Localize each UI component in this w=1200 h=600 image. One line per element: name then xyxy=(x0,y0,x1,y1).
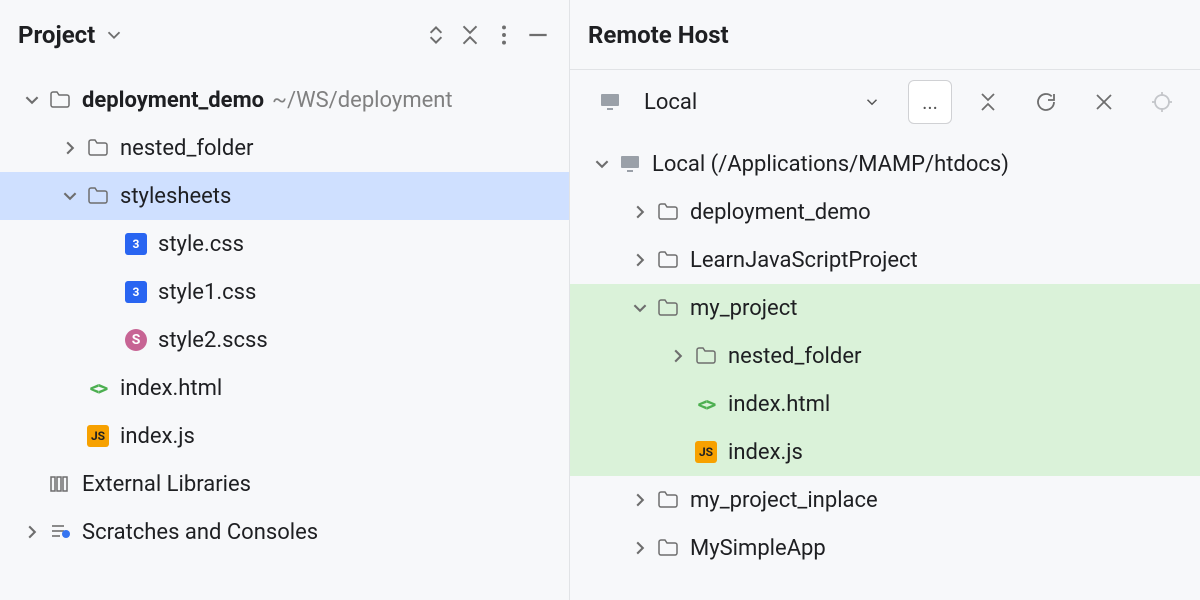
server-icon xyxy=(616,150,644,178)
chevron-right-icon[interactable] xyxy=(626,198,654,226)
remote-host-tool-window: Remote Host Local ... xyxy=(570,0,1200,600)
chevron-right-icon[interactable] xyxy=(664,342,692,370)
folder-icon xyxy=(84,182,112,210)
refresh-icon[interactable] xyxy=(1024,80,1068,124)
chevron-right-icon[interactable] xyxy=(18,518,46,546)
tree-node-label: deployment_demo xyxy=(82,88,264,113)
hide-panel-icon[interactable] xyxy=(525,22,551,48)
html-file-icon: <> xyxy=(692,390,720,418)
tree-node-remote-root[interactable]: Local (/Applications/MAMP/htdocs) xyxy=(570,140,1200,188)
tree-node-label: stylesheets xyxy=(120,184,231,209)
collapse-all-icon[interactable] xyxy=(966,80,1010,124)
project-panel-header: Project xyxy=(0,0,569,70)
chevron-right-icon[interactable] xyxy=(56,134,84,162)
tree-node-label: index.html xyxy=(728,392,830,417)
tree-node-label: deployment_demo xyxy=(690,200,871,225)
tree-node-label: index.js xyxy=(120,424,195,449)
tree-node-remote-my-project[interactable]: my_project xyxy=(570,284,1200,332)
css-file-icon: 3 xyxy=(122,230,150,258)
tree-node-label: MySimpleApp xyxy=(690,536,826,561)
select-opened-file-icon[interactable] xyxy=(423,22,449,48)
tree-node-index-js[interactable]: JS index.js xyxy=(0,412,569,460)
view-mode-dropdown-icon[interactable] xyxy=(101,22,127,48)
tree-node-style2-scss[interactable]: S style2.scss xyxy=(0,316,569,364)
chevron-down-icon[interactable] xyxy=(588,150,616,178)
folder-icon xyxy=(84,134,112,162)
tree-node-remote-mp-index-html[interactable]: <> index.html xyxy=(570,380,1200,428)
tree-node-style1-css[interactable]: 3 style1.css xyxy=(0,268,569,316)
css-file-icon: 3 xyxy=(122,278,150,306)
server-dropdown-chevron[interactable] xyxy=(850,80,894,124)
chevron-down-icon[interactable] xyxy=(56,182,84,210)
folder-icon xyxy=(654,198,682,226)
tree-node-style-css[interactable]: 3 style.css xyxy=(0,220,569,268)
html-file-icon: <> xyxy=(84,374,112,402)
tree-node-stylesheets[interactable]: stylesheets xyxy=(0,172,569,220)
tree-node-label: Scratches and Consoles xyxy=(82,520,318,545)
remote-host-toolbar: Local ... xyxy=(570,70,1200,134)
tree-node-external-libraries[interactable]: External Libraries xyxy=(0,460,569,508)
tree-node-remote-mp-index-js[interactable]: JS index.js xyxy=(570,428,1200,476)
project-tool-window: Project deployment_demo ~/WS/deployment xyxy=(0,0,570,600)
tree-node-label: my_project_inplace xyxy=(690,488,878,513)
tree-node-label: style.css xyxy=(158,232,244,257)
sass-file-icon: S xyxy=(122,326,150,354)
more-actions-button[interactable]: ... xyxy=(908,80,952,124)
tree-node-index-html[interactable]: <> index.html xyxy=(0,364,569,412)
chevron-down-icon[interactable] xyxy=(18,86,46,114)
tree-node-label: LearnJavaScriptProject xyxy=(690,248,918,273)
disconnect-icon[interactable] xyxy=(1082,80,1126,124)
locate-icon[interactable] xyxy=(1140,80,1184,124)
tree-node-label: index.html xyxy=(120,376,222,401)
server-name: Local xyxy=(644,90,697,115)
libraries-icon xyxy=(46,470,74,498)
scratches-icon xyxy=(46,518,74,546)
tree-node-hint: ~/WS/deployment xyxy=(272,88,453,113)
tree-node-label: my_project xyxy=(690,296,797,321)
js-file-icon: JS xyxy=(692,438,720,466)
tree-node-nested-folder[interactable]: nested_folder xyxy=(0,124,569,172)
server-select-dropdown[interactable]: Local xyxy=(586,80,707,124)
tree-node-scratches[interactable]: Scratches and Consoles xyxy=(0,508,569,556)
folder-icon xyxy=(654,246,682,274)
tree-node-label: style1.css xyxy=(158,280,256,305)
tree-node-label: External Libraries xyxy=(82,472,251,497)
folder-icon xyxy=(654,294,682,322)
tree-node-label: nested_folder xyxy=(728,344,861,369)
tree-node-remote-my-project-inplace[interactable]: my_project_inplace xyxy=(570,476,1200,524)
collapse-all-icon[interactable] xyxy=(457,22,483,48)
project-tree[interactable]: deployment_demo ~/WS/deployment nested_f… xyxy=(0,70,569,556)
tree-node-remote-learnjs[interactable]: LearnJavaScriptProject xyxy=(570,236,1200,284)
folder-icon xyxy=(46,86,74,114)
tree-node-project-root[interactable]: deployment_demo ~/WS/deployment xyxy=(0,76,569,124)
remote-host-panel-title: Remote Host xyxy=(588,21,729,49)
folder-icon xyxy=(654,534,682,562)
js-file-icon: JS xyxy=(84,422,112,450)
tree-node-remote-mp-nested-folder[interactable]: nested_folder xyxy=(570,332,1200,380)
tree-node-remote-deployment-demo[interactable]: deployment_demo xyxy=(570,188,1200,236)
folder-icon xyxy=(692,342,720,370)
remote-host-tree[interactable]: Local (/Applications/MAMP/htdocs) deploy… xyxy=(570,134,1200,572)
tree-node-label: Local (/Applications/MAMP/htdocs) xyxy=(652,152,1009,177)
tree-node-label: nested_folder xyxy=(120,136,253,161)
chevron-right-icon[interactable] xyxy=(626,486,654,514)
server-icon xyxy=(596,88,624,116)
chevron-down-icon[interactable] xyxy=(626,294,654,322)
tree-node-label: style2.scss xyxy=(158,328,268,353)
tree-node-label: index.js xyxy=(728,440,803,465)
chevron-right-icon[interactable] xyxy=(626,246,654,274)
project-panel-title: Project xyxy=(18,21,95,49)
options-menu-icon[interactable] xyxy=(491,22,517,48)
folder-icon xyxy=(654,486,682,514)
tree-node-remote-mysimpleapp[interactable]: MySimpleApp xyxy=(570,524,1200,572)
remote-host-panel-header: Remote Host xyxy=(570,0,1200,70)
chevron-right-icon[interactable] xyxy=(626,534,654,562)
